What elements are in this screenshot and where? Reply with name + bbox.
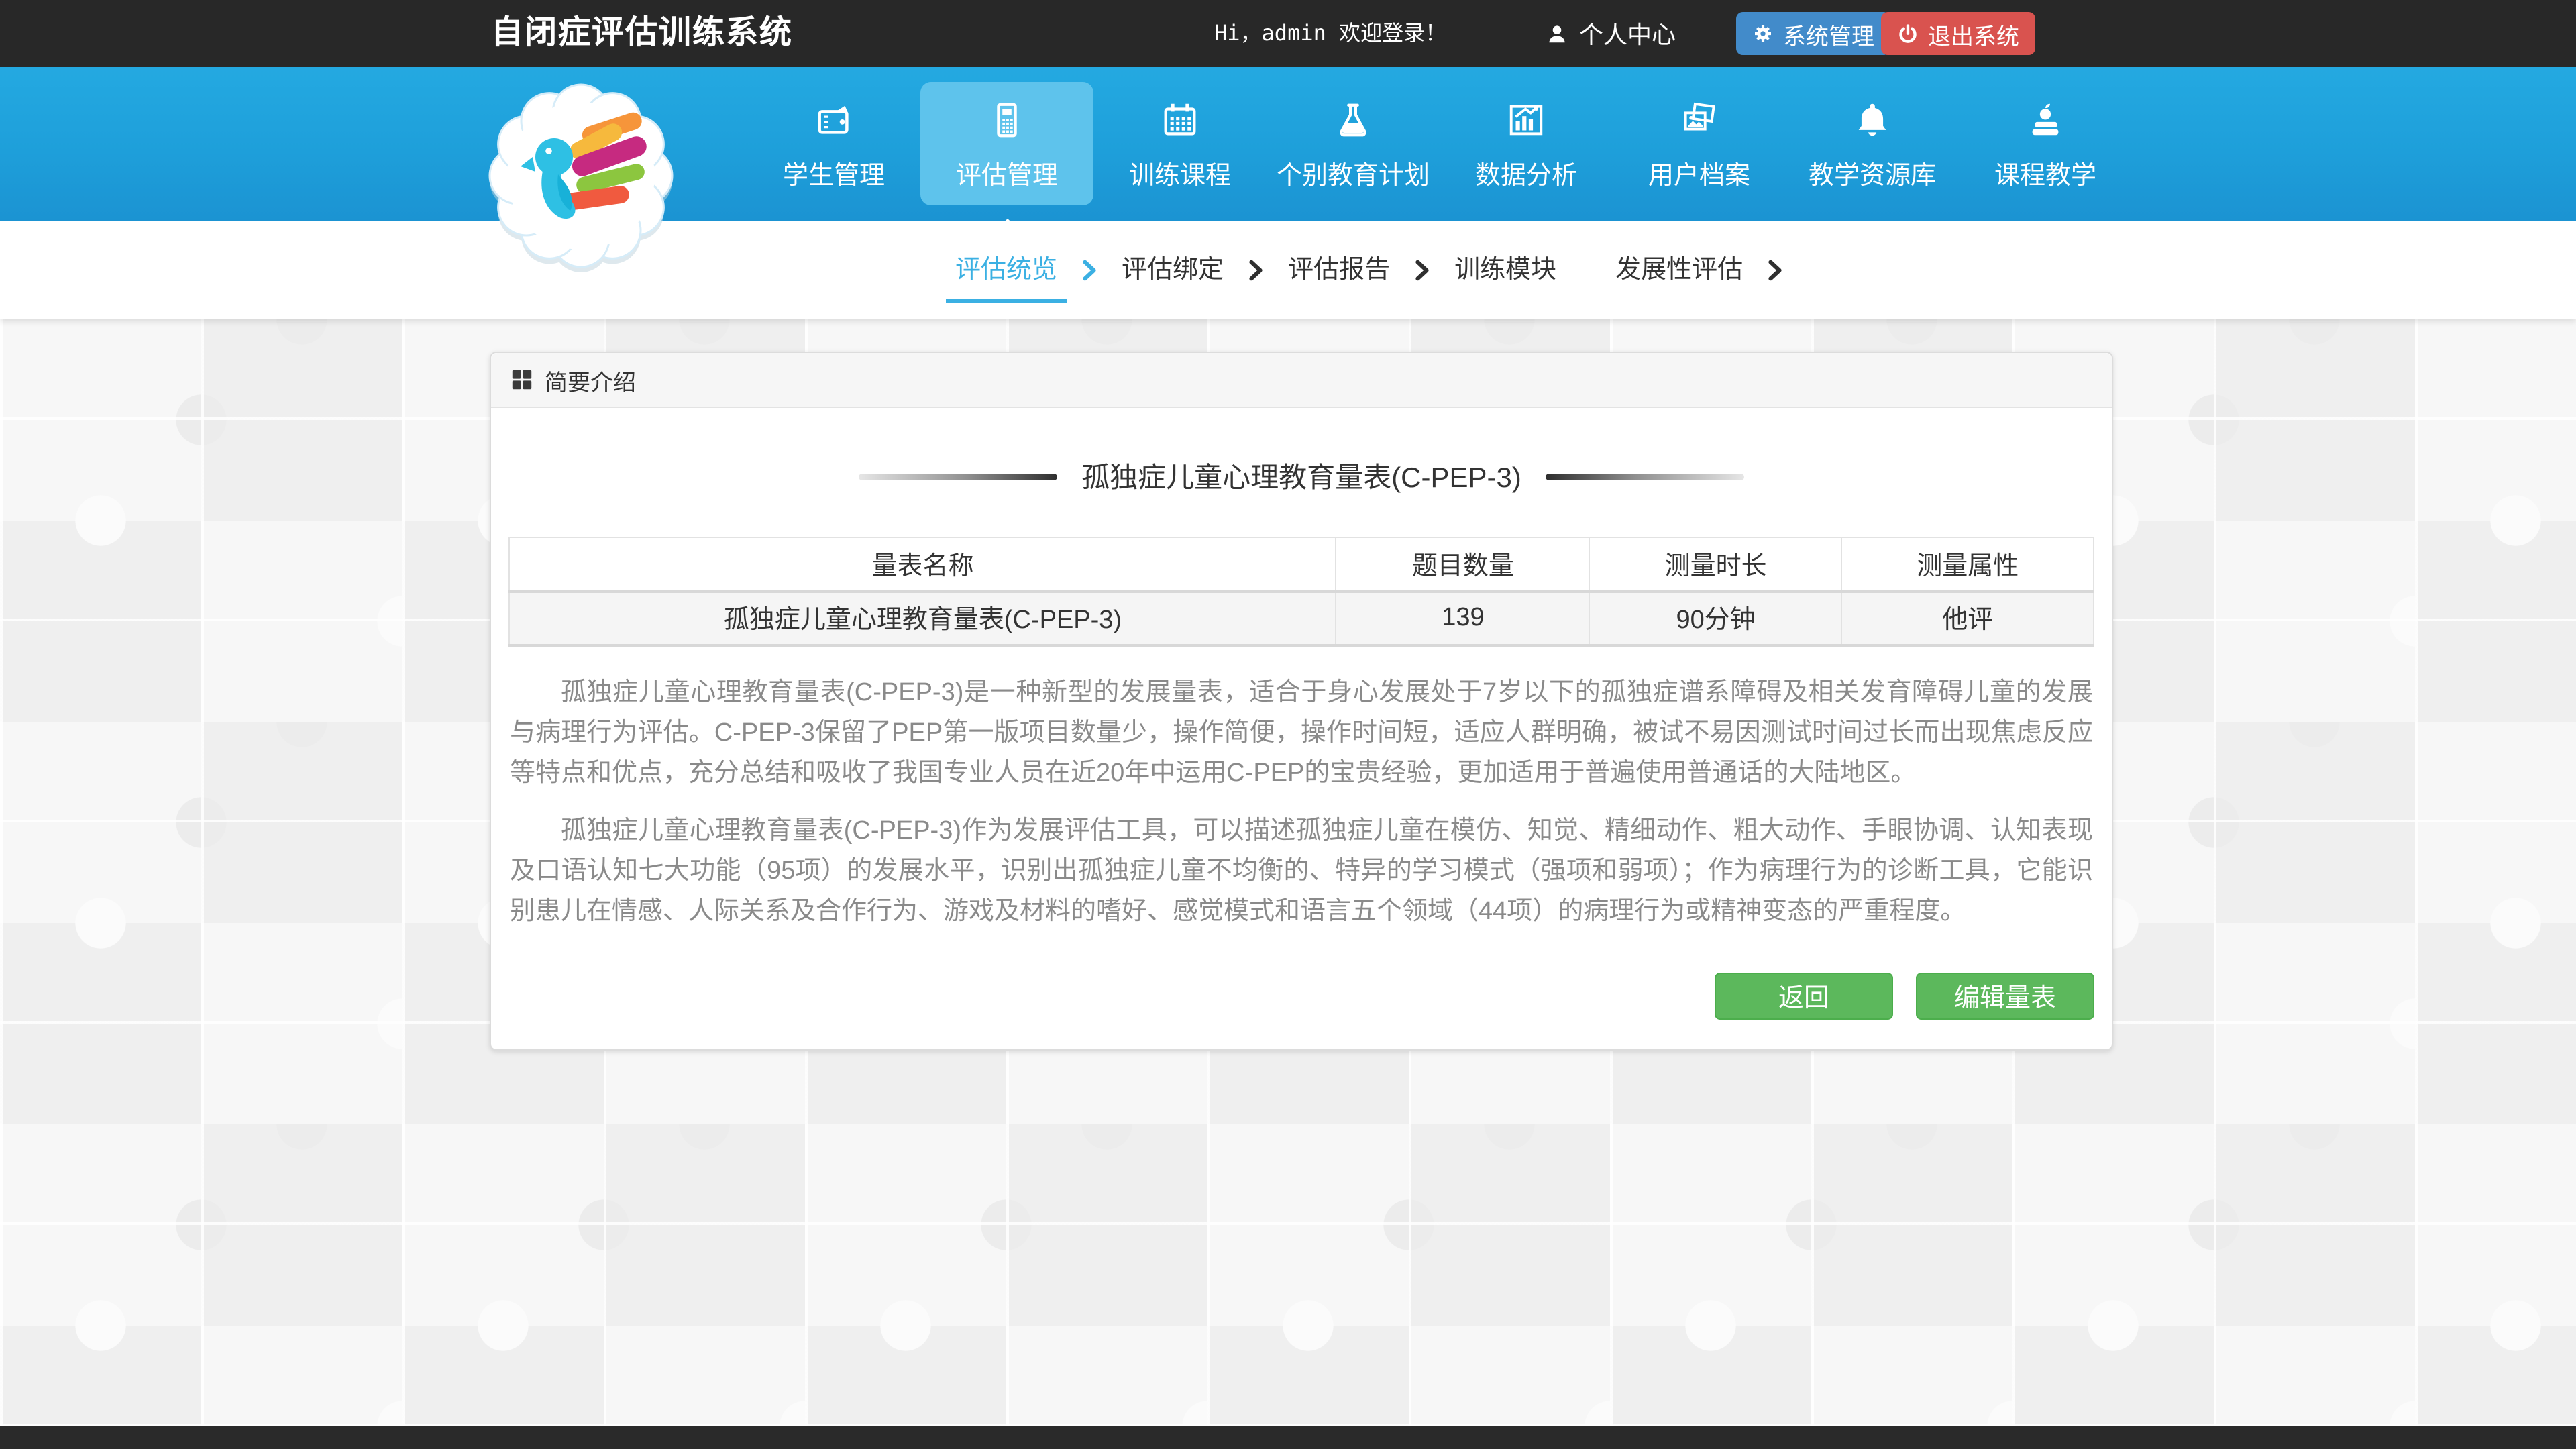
- welcome-text: Hi，admin 欢迎登录！: [1214, 0, 1446, 67]
- nav-item-label: 训练课程: [1129, 156, 1231, 192]
- nav-item-data-analysis[interactable]: 数据分析: [1440, 82, 1613, 205]
- nav-item-label: 评估管理: [956, 156, 1058, 192]
- main-nav: 学生管理 评估管理 训练课程 个别教育计划 数据分析 用户档案 教学资源库 课程教学: [747, 67, 2143, 221]
- footer-bar: [0, 1426, 2576, 1449]
- personal-center-link[interactable]: 个人中心: [1546, 0, 1676, 67]
- topbar: 自闭症评估训练系统 Hi，admin 欢迎登录！ 个人中心 系统管理 退出系统: [0, 0, 2576, 67]
- app-logo[interactable]: [487, 76, 675, 278]
- chevron-right-icon: [1414, 259, 1430, 282]
- description-paragraph: 孤独症儿童心理教育量表(C-PEP-3)是一种新型的发展量表，适合于身心发展处于…: [510, 673, 2093, 794]
- decor-line-right: [1546, 473, 1744, 480]
- user-icon: [1546, 22, 1568, 45]
- panel-body: 孤独症儿童心理教育量表(C-PEP-3) 量表名称题目数量测量时长测量属性 孤独…: [491, 456, 2112, 1049]
- chevron-right-icon: [1081, 259, 1097, 282]
- nav-item-course-teaching[interactable]: 课程教学: [1959, 82, 2132, 205]
- table-cell: 90分钟: [1590, 591, 1842, 645]
- main-navbar: 学生管理 评估管理 训练课程 个别教育计划 数据分析 用户档案 教学资源库 课程教学: [0, 67, 2576, 221]
- scale-table: 量表名称题目数量测量时长测量属性 孤独症儿童心理教育量表(C-PEP-3)139…: [508, 537, 2094, 646]
- subnav-item-assessment-report[interactable]: 评估报告: [1276, 238, 1402, 303]
- chevron-right-icon: [1248, 259, 1264, 282]
- table-cell: 他评: [1841, 591, 2094, 645]
- personal-center-label: 个人中心: [1579, 16, 1676, 51]
- scale-title: 孤独症儿童心理教育量表(C-PEP-3): [1081, 456, 1521, 496]
- scale-description: 孤独症儿童心理教育量表(C-PEP-3)是一种新型的发展量表，适合于身心发展处于…: [508, 673, 2094, 932]
- logout-label: 退出系统: [1928, 17, 2019, 50]
- scale-title-row: 孤独症儿童心理教育量表(C-PEP-3): [508, 456, 2094, 496]
- panel-header: 简要介绍: [491, 353, 2112, 408]
- description-paragraph: 孤独症儿童心理教育量表(C-PEP-3)作为发展评估工具，可以描述孤独症儿童在模…: [510, 811, 2093, 932]
- logout-button[interactable]: 退出系统: [1881, 12, 2035, 55]
- power-icon: [1897, 23, 1919, 44]
- back-button[interactable]: 返回: [1715, 972, 1893, 1019]
- panel-header-title: 简要介绍: [545, 363, 636, 396]
- nav-item-assessment-management[interactable]: 评估管理: [920, 82, 1093, 205]
- nav-item-label: 教学资源库: [1809, 156, 1936, 192]
- calculator-icon: [986, 99, 1028, 141]
- subnav-item-assessment-overview[interactable]: 评估统览: [943, 238, 1069, 303]
- wallet-icon: [813, 99, 855, 141]
- system-manage-button[interactable]: 系统管理: [1736, 12, 1890, 55]
- table-body: 孤独症儿童心理教育量表(C-PEP-3)13990分钟他评: [509, 591, 2094, 645]
- nav-item-label: 个别教育计划: [1277, 156, 1430, 192]
- intro-panel: 简要介绍 孤独症儿童心理教育量表(C-PEP-3) 量表名称题目数量测量时长测量…: [490, 352, 2113, 1050]
- nav-item-training-course[interactable]: 训练课程: [1093, 82, 1267, 205]
- edit-scale-button[interactable]: 编辑量表: [1916, 972, 2094, 1019]
- subnav-item-developmental-assessment[interactable]: 发展性评估: [1603, 238, 1755, 303]
- nav-item-user-archive[interactable]: 用户档案: [1613, 82, 1786, 205]
- column-header: 量表名称: [509, 537, 1336, 591]
- system-manage-label: 系统管理: [1783, 17, 1874, 50]
- screen: 自闭症评估训练系统 Hi，admin 欢迎登录！ 个人中心 系统管理 退出系统 …: [0, 0, 2576, 1449]
- gear-icon: [1752, 23, 1774, 44]
- subnav-item-training-module[interactable]: 训练模块: [1442, 238, 1568, 303]
- photos-icon: [1678, 99, 1720, 141]
- table-cell: 139: [1336, 591, 1590, 645]
- column-header: 题目数量: [1336, 537, 1590, 591]
- app-title: 自闭症评估训练系统: [491, 0, 793, 67]
- nav-item-label: 用户档案: [1648, 156, 1750, 192]
- table-row: 孤独症儿童心理教育量表(C-PEP-3)13990分钟他评: [509, 591, 2094, 645]
- books-icon: [2025, 99, 2066, 141]
- nav-item-iep[interactable]: 个别教育计划: [1267, 82, 1440, 205]
- flask-icon: [1332, 99, 1374, 141]
- bird-cloud-logo-icon: [487, 76, 675, 278]
- subnav-list: 评估统览评估绑定评估报告训练模块发展性评估: [943, 221, 1795, 319]
- bell-icon: [1851, 99, 1893, 141]
- subnav: 评估统览评估绑定评估报告训练模块发展性评估: [0, 221, 2576, 319]
- decor-line-left: [859, 473, 1057, 480]
- chevron-right-icon: [1767, 259, 1783, 282]
- table-cell: 孤独症儿童心理教育量表(C-PEP-3): [509, 591, 1336, 645]
- page-background: 简要介绍 孤独症儿童心理教育量表(C-PEP-3) 量表名称题目数量测量时长测量…: [0, 319, 2576, 1426]
- nav-item-teaching-resources[interactable]: 教学资源库: [1786, 82, 1959, 205]
- chart-icon: [1505, 99, 1547, 141]
- nav-item-label: 课程教学: [1994, 156, 2096, 192]
- table-header-row: 量表名称题目数量测量时长测量属性: [509, 537, 2094, 591]
- grid-icon: [511, 369, 533, 390]
- subnav-item-assessment-binding[interactable]: 评估绑定: [1110, 238, 1236, 303]
- button-row: 返回 编辑量表: [508, 972, 2094, 1019]
- column-header: 测量属性: [1841, 537, 2094, 591]
- calendar-icon: [1159, 99, 1201, 141]
- column-header: 测量时长: [1590, 537, 1842, 591]
- nav-item-student-management[interactable]: 学生管理: [747, 82, 920, 205]
- nav-item-label: 学生管理: [783, 156, 885, 192]
- nav-item-label: 数据分析: [1475, 156, 1577, 192]
